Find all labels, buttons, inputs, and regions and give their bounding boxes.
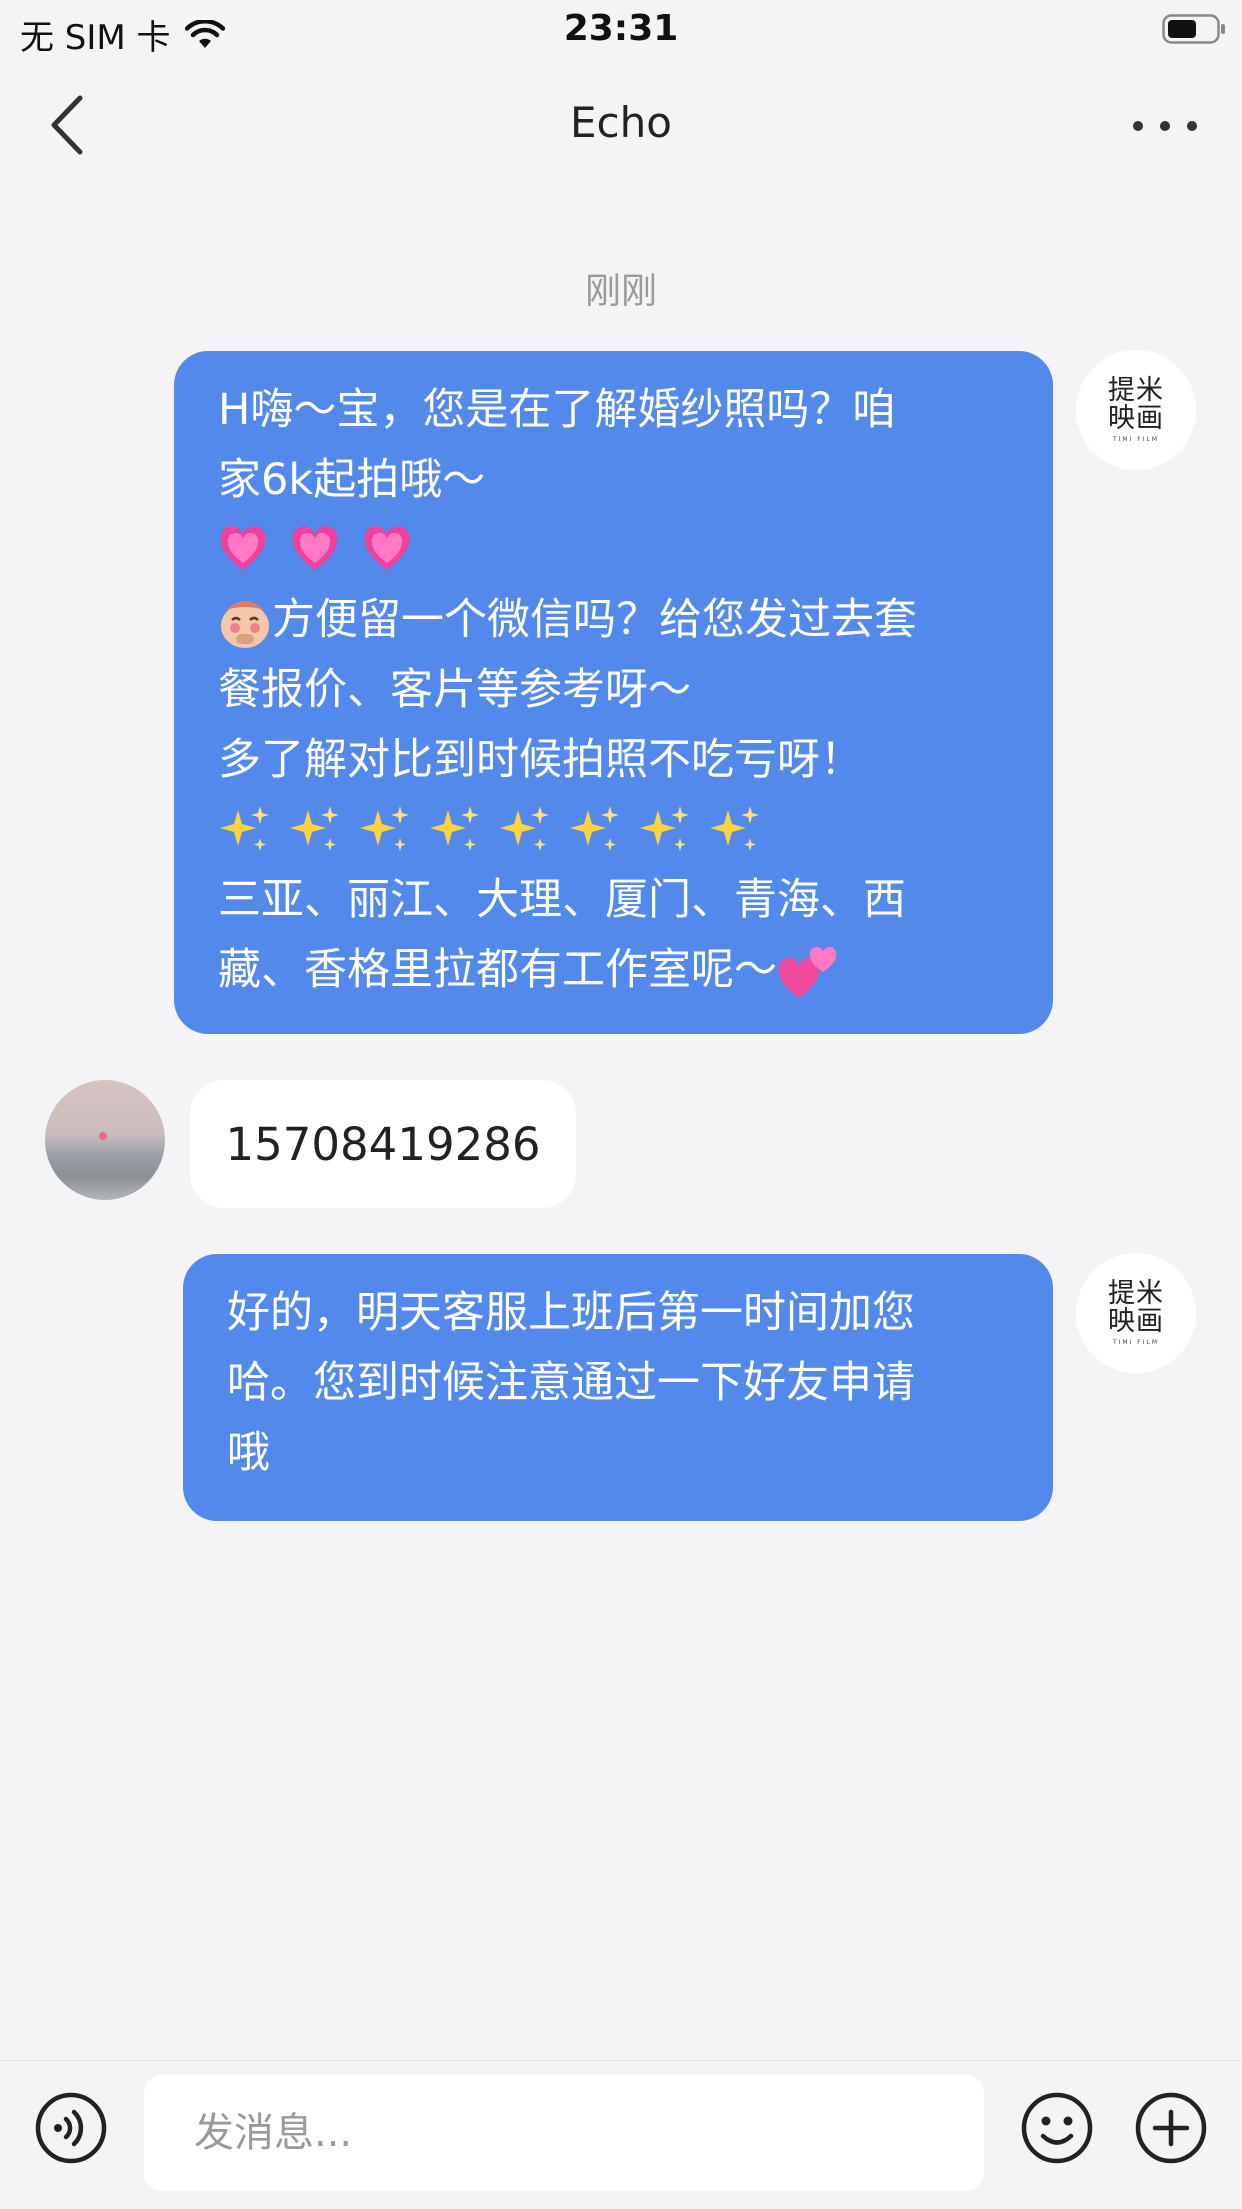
studio-logo-line1: 提米 (1108, 375, 1164, 406)
studio-avatar[interactable]: 提米 映画 TIMI FILM (1076, 1253, 1196, 1373)
status-time: 23:31 (563, 8, 679, 49)
shy-face-icon (221, 600, 269, 648)
message-line-text: 藏、香格里拉都有工作室呢～ (218, 945, 777, 995)
sparkle-icon (220, 806, 269, 851)
message-line: 家6k起拍哦～ (218, 455, 486, 505)
sparkle-icon (430, 806, 479, 851)
incoming-message-bubble[interactable]: 15708419286 (190, 1080, 576, 1208)
heart-icon (220, 526, 266, 570)
message-line: 哈。您到时候注意通过一下好友申请 (227, 1358, 915, 1408)
message-line: 方便留一个微信吗？给您发过去套 (218, 585, 1033, 655)
voice-icon[interactable] (34, 2091, 108, 2165)
sparkle-icon (640, 806, 689, 851)
studio-logo-sub: TIMI FILM (1112, 1339, 1160, 1346)
message-line-text: 方便留一个微信吗？给您发过去套 (272, 595, 917, 645)
heart-icon (364, 526, 410, 570)
two-hearts-icon (778, 946, 837, 998)
more-dots-icon[interactable] (1128, 106, 1202, 146)
outgoing-message-bubble[interactable]: 好的，明天客服上班后第一时间加您 哈。您到时候注意通过一下好友申请 哦 (183, 1254, 1053, 1521)
message-line: 餐报价、客片等参考呀～ (218, 665, 691, 715)
message-line: 藏、香格里拉都有工作室呢～ (218, 935, 1033, 1005)
message-line: 三亚、丽江、大理、厦门、青海、西 (218, 875, 906, 925)
input-bar (0, 2060, 1242, 2209)
nav-bar: Echo (0, 62, 1242, 192)
plus-icon[interactable] (1134, 2091, 1208, 2165)
sparkles-emoji (218, 795, 1033, 865)
message-line: H嗨～宝，您是在了解婚纱照吗？咱 (218, 385, 896, 435)
sparkle-icon (290, 806, 339, 851)
message-line: 多了解对比到时候拍照不吃亏呀！ (218, 735, 863, 785)
heart-icon (292, 526, 338, 570)
sparkle-icon (360, 806, 409, 851)
sparkle-icon (570, 806, 619, 851)
status-bar: 无 SIM 卡 23:31 (0, 0, 1242, 62)
studio-logo-sub: TIMI FILM (1112, 436, 1160, 443)
phone-number-text: 15708419286 (225, 1117, 541, 1171)
studio-logo-line2: 映画 (1108, 403, 1164, 434)
sunset-dot (99, 1132, 107, 1140)
hearts-emoji (218, 515, 1033, 585)
studio-avatar[interactable]: 提米 映画 TIMI FILM (1076, 350, 1196, 470)
studio-logo-line1: 提米 (1108, 1278, 1164, 1309)
chat-title: Echo (570, 98, 672, 147)
message-input[interactable] (144, 2075, 984, 2191)
message-line: 哦 (227, 1428, 270, 1478)
message-timestamp: 刚刚 (584, 271, 657, 312)
studio-logo-line2: 映画 (1108, 1306, 1164, 1337)
sparkle-icon (710, 806, 759, 851)
emoji-icon[interactable] (1020, 2091, 1094, 2165)
battery-icon (1162, 14, 1225, 44)
user-avatar[interactable] (45, 1080, 165, 1200)
outgoing-message-bubble[interactable]: H嗨～宝，您是在了解婚纱照吗？咱 家6k起拍哦～ 方便留一个微信吗？给您发过去套… (174, 351, 1053, 1034)
message-line: 好的，明天客服上班后第一时间加您 (227, 1288, 915, 1338)
sparkle-icon (500, 806, 549, 851)
